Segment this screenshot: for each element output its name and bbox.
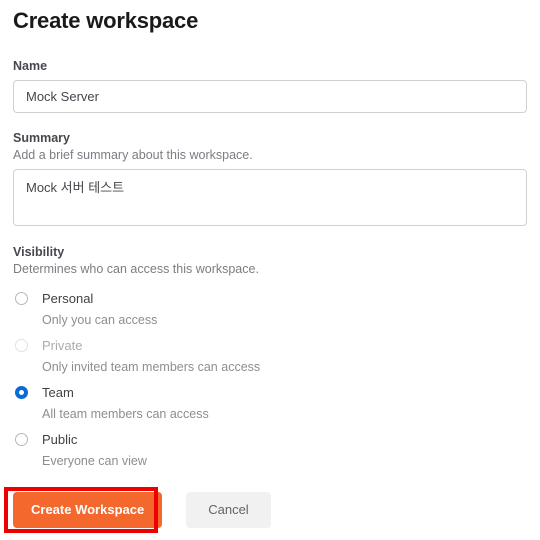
name-field-group: Name bbox=[13, 58, 527, 113]
visibility-label: Visibility bbox=[13, 245, 65, 259]
name-input[interactable] bbox=[13, 80, 527, 113]
radio-option-private: Private Only invited team members can ac… bbox=[13, 337, 527, 384]
radio-option-personal[interactable]: Personal Only you can access bbox=[13, 290, 527, 337]
page-title: Create workspace bbox=[13, 8, 199, 33]
summary-textarea[interactable] bbox=[13, 169, 527, 226]
cancel-button[interactable]: Cancel bbox=[186, 492, 271, 528]
radio-option-public[interactable]: Public Everyone can view bbox=[13, 431, 527, 478]
summary-label: Summary bbox=[13, 131, 70, 145]
form-actions: Create Workspace Cancel bbox=[4, 487, 271, 533]
radio-circle-icon[interactable] bbox=[15, 292, 28, 305]
radio-description-private: Only invited team members can access bbox=[42, 360, 261, 374]
radio-option-team[interactable]: Team All team members can access bbox=[13, 384, 527, 431]
radio-circle-icon[interactable] bbox=[15, 433, 28, 446]
name-label: Name bbox=[13, 59, 48, 73]
summary-help-text: Add a brief summary about this workspace… bbox=[13, 148, 253, 162]
radio-label-team: Team bbox=[42, 385, 74, 400]
visibility-field-group: Visibility Determines who can access thi… bbox=[13, 244, 527, 478]
radio-description-team: All team members can access bbox=[42, 407, 209, 421]
visibility-help-text: Determines who can access this workspace… bbox=[13, 262, 259, 276]
radio-label-public: Public bbox=[42, 432, 78, 447]
radio-label-private: Private bbox=[42, 338, 83, 353]
create-workspace-button[interactable]: Create Workspace bbox=[13, 492, 163, 528]
summary-field-group: Summary Add a brief summary about this w… bbox=[13, 130, 527, 226]
visibility-radio-group: Personal Only you can access Private Onl… bbox=[13, 290, 527, 478]
radio-circle-selected-icon[interactable] bbox=[15, 386, 28, 399]
radio-description-personal: Only you can access bbox=[42, 313, 158, 327]
create-workspace-form: Create workspace Name Summary Add a brie… bbox=[0, 0, 540, 540]
radio-label-personal: Personal bbox=[42, 291, 94, 306]
radio-circle-icon bbox=[15, 339, 28, 352]
radio-description-public: Everyone can view bbox=[42, 454, 147, 468]
